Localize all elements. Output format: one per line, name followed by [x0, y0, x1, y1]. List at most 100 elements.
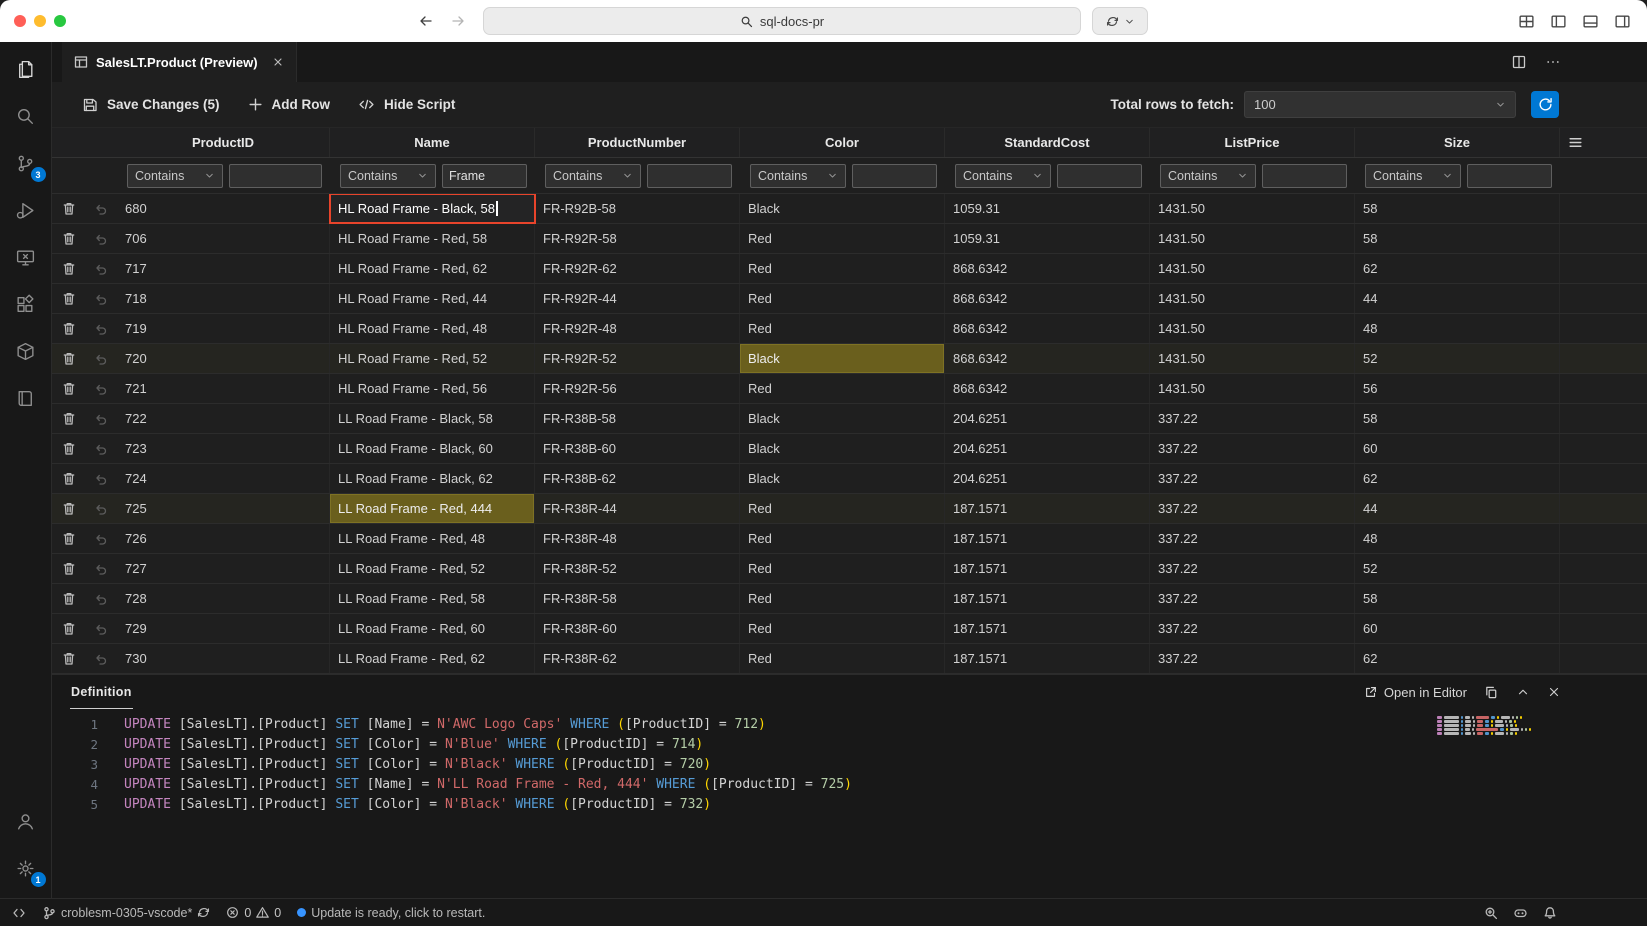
cell-color[interactable]: Red: [740, 494, 945, 523]
cell-product-id[interactable]: 719: [117, 314, 330, 343]
save-changes-button[interactable]: Save Changes (5): [82, 97, 220, 113]
layout-sync-control[interactable]: [1092, 7, 1148, 35]
hide-script-button[interactable]: Hide Script: [358, 97, 455, 112]
cell-color[interactable]: Black: [740, 194, 945, 223]
cell-standard-cost[interactable]: 187.1571: [945, 494, 1150, 523]
revert-row-button[interactable]: [85, 224, 117, 253]
column-header-color[interactable]: Color: [740, 128, 945, 157]
cell-size[interactable]: 52: [1355, 344, 1560, 373]
cell-product-id[interactable]: 723: [117, 434, 330, 463]
revert-row-button[interactable]: [85, 284, 117, 313]
command-center[interactable]: sql-docs-pr: [483, 7, 1081, 35]
filter-operator-size[interactable]: Contains: [1365, 164, 1461, 188]
cell-standard-cost[interactable]: 204.6251: [945, 404, 1150, 433]
revert-row-button[interactable]: [85, 254, 117, 283]
cell-standard-cost[interactable]: 187.1571: [945, 524, 1150, 553]
toggle-panel-icon[interactable]: [1582, 13, 1599, 30]
cell-product-number[interactable]: FR-R38B-60: [535, 434, 740, 463]
delete-row-button[interactable]: [52, 374, 85, 403]
grid-columns-menu[interactable]: [1560, 128, 1647, 157]
cell-standard-cost[interactable]: 868.6342: [945, 314, 1150, 343]
cell-list-price[interactable]: 337.22: [1150, 494, 1355, 523]
filter-value-name[interactable]: [442, 164, 527, 188]
cell-list-price[interactable]: 337.22: [1150, 584, 1355, 613]
filter-operator-productid[interactable]: Contains: [127, 164, 223, 188]
revert-row-button[interactable]: [85, 584, 117, 613]
cell-size[interactable]: 58: [1355, 194, 1560, 223]
cell-size[interactable]: 44: [1355, 284, 1560, 313]
cell-size[interactable]: 60: [1355, 434, 1560, 463]
cell-standard-cost[interactable]: 1059.31: [945, 224, 1150, 253]
add-row-button[interactable]: Add Row: [248, 97, 331, 112]
delete-row-button[interactable]: [52, 404, 85, 433]
delete-row-button[interactable]: [52, 464, 85, 493]
cell-product-number[interactable]: FR-R92R-62: [535, 254, 740, 283]
cell-color[interactable]: Red: [740, 554, 945, 583]
revert-row-button[interactable]: [85, 344, 117, 373]
cell-size[interactable]: 48: [1355, 314, 1560, 343]
cell-name[interactable]: HL Road Frame - Red, 58: [330, 224, 535, 253]
cell-color[interactable]: Red: [740, 254, 945, 283]
cell-name[interactable]: LL Road Frame - Black, 58: [330, 404, 535, 433]
cell-product-id[interactable]: 727: [117, 554, 330, 583]
cell-name[interactable]: LL Road Frame - Red, 52: [330, 554, 535, 583]
cell-standard-cost[interactable]: 204.6251: [945, 464, 1150, 493]
delete-row-button[interactable]: [52, 434, 85, 463]
forward-icon[interactable]: [450, 13, 466, 29]
cell-product-id[interactable]: 706: [117, 224, 330, 253]
cell-product-number[interactable]: FR-R38R-44: [535, 494, 740, 523]
revert-row-button[interactable]: [85, 194, 117, 223]
cell-standard-cost[interactable]: 187.1571: [945, 584, 1150, 613]
cell-product-number[interactable]: FR-R92R-56: [535, 374, 740, 403]
cell-color[interactable]: Black: [740, 404, 945, 433]
revert-row-button[interactable]: [85, 374, 117, 403]
cell-standard-cost[interactable]: 868.6342: [945, 344, 1150, 373]
filter-value-size[interactable]: [1467, 164, 1552, 188]
delete-row-button[interactable]: [52, 614, 85, 643]
cell-product-id[interactable]: 730: [117, 644, 330, 673]
cell-standard-cost[interactable]: 868.6342: [945, 254, 1150, 283]
delete-row-button[interactable]: [52, 284, 85, 313]
filter-operator-color[interactable]: Contains: [750, 164, 846, 188]
zoom-icon[interactable]: [1484, 906, 1498, 920]
cell-list-price[interactable]: 1431.50: [1150, 194, 1355, 223]
filter-value-color[interactable]: [852, 164, 937, 188]
cell-product-id[interactable]: 725: [117, 494, 330, 523]
cell-standard-cost[interactable]: 204.6251: [945, 434, 1150, 463]
cell-product-number[interactable]: FR-R38B-62: [535, 464, 740, 493]
sidebar-item-source-control[interactable]: 3: [2, 140, 50, 187]
total-rows-select[interactable]: 100: [1244, 91, 1516, 118]
revert-row-button[interactable]: [85, 464, 117, 493]
cell-color[interactable]: Black: [740, 434, 945, 463]
cell-list-price[interactable]: 1431.50: [1150, 344, 1355, 373]
column-header-size[interactable]: Size: [1355, 128, 1560, 157]
delete-row-button[interactable]: [52, 254, 85, 283]
column-header-productnumber[interactable]: ProductNumber: [535, 128, 740, 157]
delete-row-button[interactable]: [52, 314, 85, 343]
chevron-up-icon[interactable]: [1516, 685, 1530, 699]
filter-value-standardcost[interactable]: [1057, 164, 1142, 188]
cell-product-id[interactable]: 721: [117, 374, 330, 403]
cell-product-number[interactable]: FR-R38B-58: [535, 404, 740, 433]
cell-name[interactable]: HL Road Frame - Red, 62: [330, 254, 535, 283]
open-in-editor-button[interactable]: Open in Editor: [1364, 685, 1467, 700]
revert-row-button[interactable]: [85, 614, 117, 643]
toggle-secondary-sidebar-icon[interactable]: [1614, 13, 1631, 30]
cell-standard-cost[interactable]: 187.1571: [945, 554, 1150, 583]
cell-list-price[interactable]: 337.22: [1150, 434, 1355, 463]
customize-layout-icon[interactable]: [1518, 13, 1535, 30]
cell-standard-cost[interactable]: 187.1571: [945, 644, 1150, 673]
cell-name[interactable]: LL Road Frame - Black, 62: [330, 464, 535, 493]
sidebar-item-database-projects[interactable]: [2, 328, 50, 375]
cell-color[interactable]: Red: [740, 224, 945, 253]
cell-name[interactable]: LL Road Frame - Black, 60: [330, 434, 535, 463]
cell-name[interactable]: LL Road Frame - Red, 48: [330, 524, 535, 553]
filter-value-productid[interactable]: [229, 164, 322, 188]
cell-product-number[interactable]: FR-R38R-58: [535, 584, 740, 613]
filter-operator-standardcost[interactable]: Contains: [955, 164, 1051, 188]
cell-size[interactable]: 58: [1355, 584, 1560, 613]
refresh-button[interactable]: [1531, 91, 1559, 118]
cell-product-number[interactable]: FR-R92B-58: [535, 194, 740, 223]
cell-name[interactable]: HL Road Frame - Black, 58: [330, 194, 535, 223]
cell-size[interactable]: 44: [1355, 494, 1560, 523]
